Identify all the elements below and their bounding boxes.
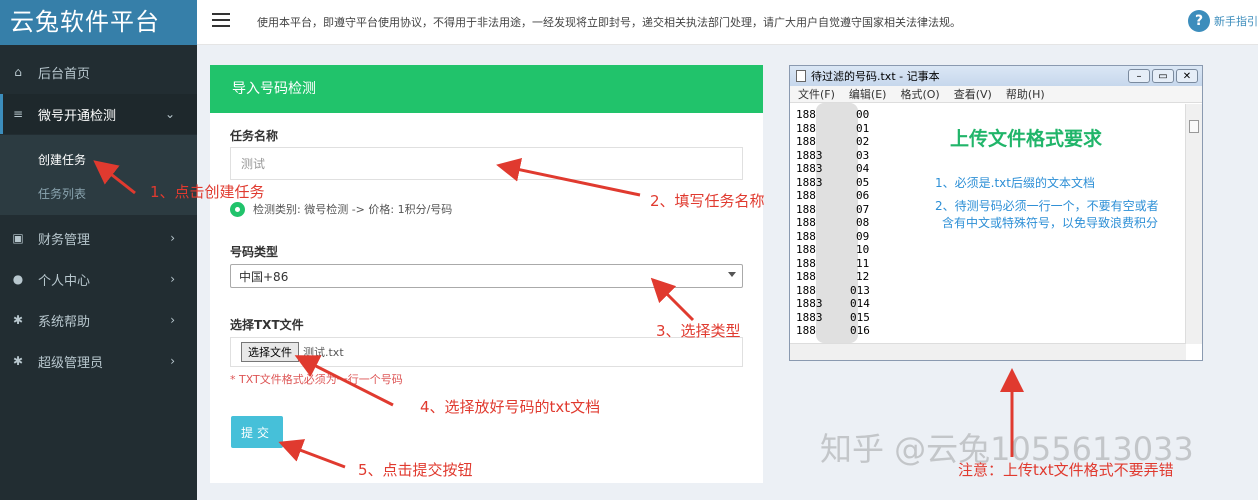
arrow-4 <box>294 355 394 407</box>
annotation-1: 1、点击创建任务 <box>150 183 265 201</box>
annotation-4: 4、选择放好号码的txt文档 <box>420 398 601 416</box>
annotation-6: 注意：上传txt文件格式不要弄错 <box>958 461 1174 479</box>
arrow-2 <box>496 157 641 197</box>
annotation-5: 5、点击提交按钮 <box>358 461 473 479</box>
annotation-3: 3、选择类型 <box>656 322 741 340</box>
arrow-5 <box>278 439 346 469</box>
annotation-2: 2、填写任务名称 <box>650 192 765 210</box>
arrow-1 <box>93 160 136 195</box>
arrow-3 <box>650 277 695 322</box>
